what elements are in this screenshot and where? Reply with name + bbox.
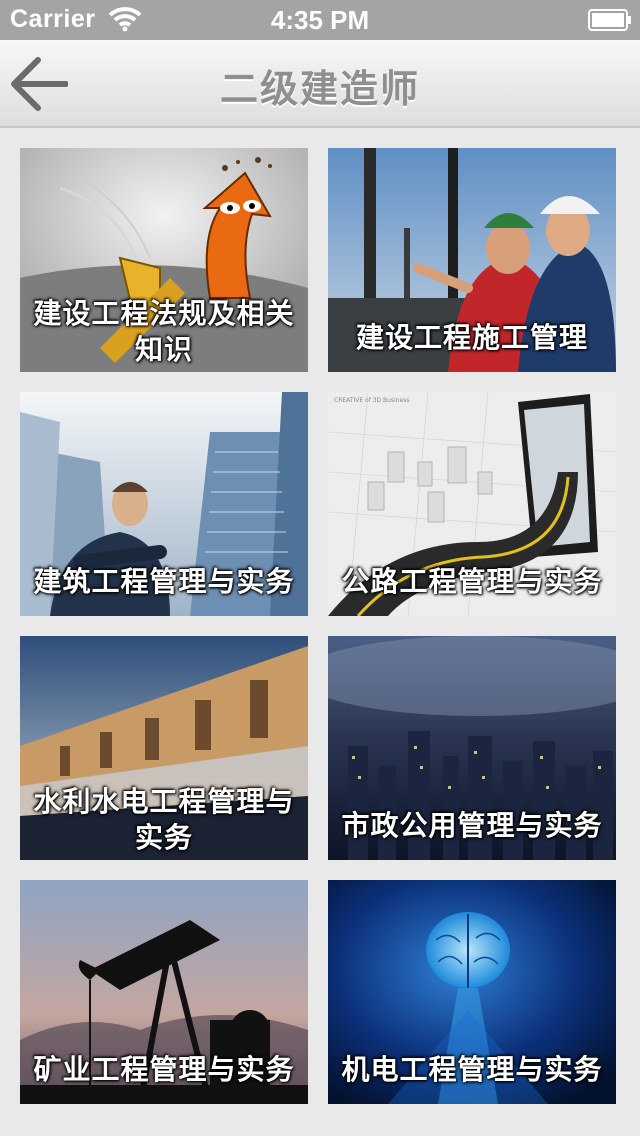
tile-label: 矿业工程管理与实务: [33, 1053, 295, 1086]
tile-label: 建设工程法规及相关知识: [33, 297, 295, 366]
tile-construction-management[interactable]: 建设工程施工管理: [328, 148, 616, 372]
tile-building-engineering[interactable]: 建筑工程管理与实务: [20, 392, 308, 616]
status-bar: Carrier 4:35 PM: [0, 0, 640, 40]
page-title: 二级建造师: [219, 67, 420, 111]
tile-label: 市政公用管理与实务: [341, 809, 603, 842]
tile-electromechanical[interactable]: 机电工程管理与实务: [328, 880, 616, 1104]
tile-highway-engineering[interactable]: CREATIVE of 3D Business 公路工程管理与实务: [328, 392, 616, 616]
tile-municipal-public[interactable]: 市政公用管理与实务: [328, 636, 616, 860]
nav-bar: 二级建造师: [0, 40, 640, 128]
clock: 4:35 PM: [270, 5, 370, 35]
tile-label: 建筑工程管理与实务: [33, 565, 295, 598]
tile-label: 建设工程施工管理: [355, 321, 588, 354]
battery-icon: [588, 9, 631, 31]
tile-water-conservancy[interactable]: 水利水电工程管理与实务: [20, 636, 308, 860]
tile-mining-engineering[interactable]: 矿业工程管理与实务: [20, 880, 308, 1104]
tile-label: 机电工程管理与实务: [341, 1053, 603, 1086]
tile-label: 公路工程管理与实务: [341, 565, 603, 598]
tile-construction-law[interactable]: 建设工程法规及相关知识: [20, 148, 308, 372]
svg-text:CREATIVE of 3D Business: CREATIVE of 3D Business: [334, 397, 410, 404]
tile-label: 水利水电工程管理与实务: [33, 785, 295, 854]
